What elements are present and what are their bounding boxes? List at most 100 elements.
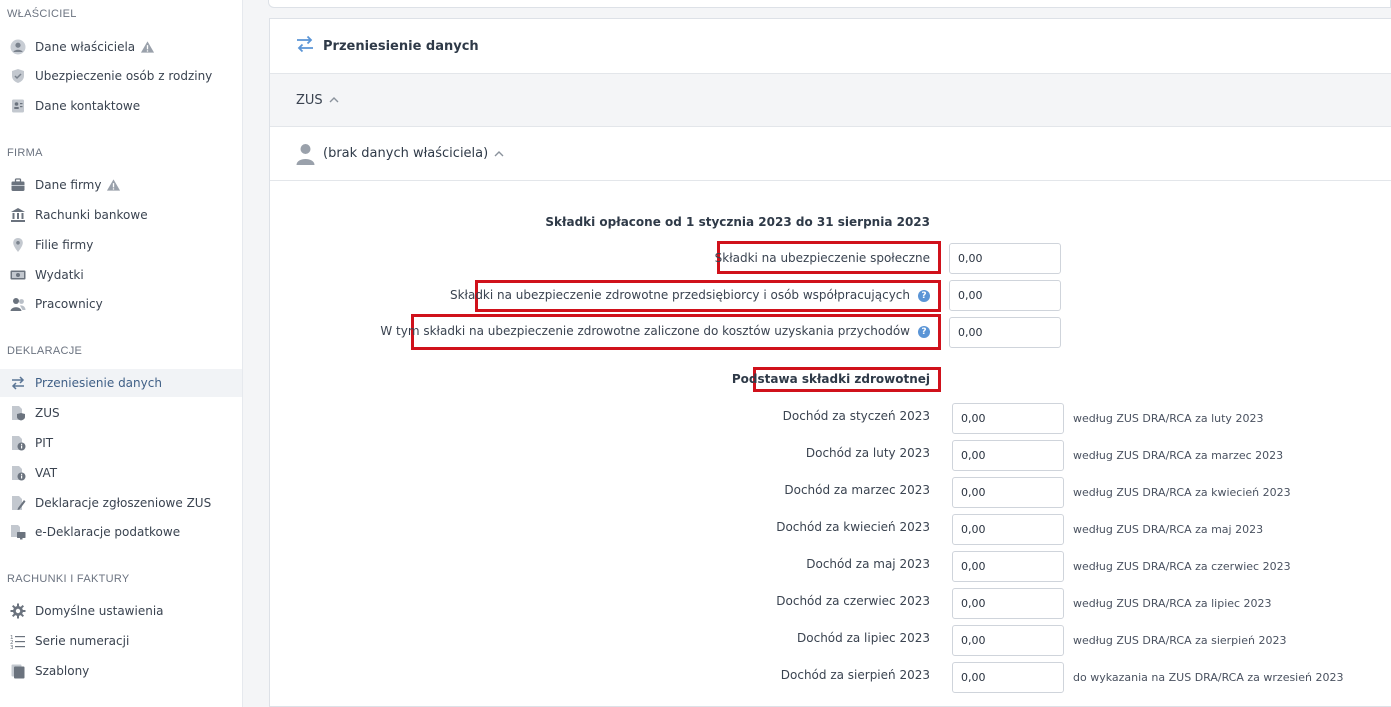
income-input[interactable]: [952, 551, 1064, 582]
sidebar-item-label: Przeniesienie danych: [35, 376, 162, 390]
sidebar-item-label: Filie firmy: [35, 238, 94, 252]
sidebar-item-label: Rachunki bankowe: [35, 208, 148, 222]
card-header: Przeniesienie danych: [270, 19, 1391, 74]
sidebar-item-zus-registration[interactable]: Deklaracje zgłoszeniowe ZUS: [0, 489, 242, 517]
owner-section-toggle[interactable]: (brak danych właściciela): [270, 127, 1391, 181]
sidebar-item-label: Szablony: [35, 664, 90, 678]
map-pin-icon: [9, 237, 26, 254]
warning-icon: [106, 178, 121, 192]
section-title-bills: RACHUNKI I FAKTURY: [7, 573, 130, 585]
gear-icon: [9, 603, 26, 620]
income-label: Dochód za czerwiec 2023: [776, 594, 930, 608]
income-note: według ZUS DRA/RCA za luty 2023: [1073, 412, 1264, 425]
income-label: Dochód za luty 2023: [805, 446, 930, 460]
income-label: Dochód za styczeń 2023: [782, 409, 930, 423]
sidebar: WŁAŚCICIEL Dane właściciela Ubezpieczeni…: [0, 0, 243, 707]
sidebar-item-label: Deklaracje zgłoszeniowe ZUS: [35, 496, 212, 510]
income-label: Dochód za marzec 2023: [784, 483, 930, 497]
income-input[interactable]: [952, 588, 1064, 619]
sidebar-item-default-settings[interactable]: Domyślne ustawienia: [0, 597, 242, 625]
income-input[interactable]: [952, 477, 1064, 508]
sidebar-item-label: VAT: [35, 466, 58, 480]
sidebar-item-data-transfer[interactable]: Przeniesienie danych: [0, 369, 242, 397]
doc-edit-icon: [9, 495, 26, 512]
income-note: według ZUS DRA/RCA za marzec 2023: [1073, 449, 1284, 462]
sidebar-item-vat[interactable]: VAT: [0, 459, 242, 487]
briefcase-icon: [9, 177, 26, 194]
income-note: według ZUS DRA/RCA za kwiecień 2023: [1073, 486, 1291, 499]
social-contributions-input[interactable]: [949, 243, 1061, 274]
sidebar-item-label: Pracownicy: [35, 297, 103, 311]
sidebar-item-label: PIT: [35, 436, 54, 450]
help-icon[interactable]: ?: [918, 325, 930, 338]
income-input[interactable]: [952, 403, 1064, 434]
sidebar-item-company-data[interactable]: Dane firmy: [0, 171, 242, 199]
zus-section-toggle[interactable]: ZUS: [270, 74, 1391, 127]
person-icon: [296, 143, 315, 165]
sidebar-item-family-insurance[interactable]: Ubezpieczenie osób z rodziny: [0, 62, 242, 90]
previous-card-edge: [268, 0, 1391, 8]
owner-section-label: (brak danych właściciela): [323, 146, 489, 161]
contact-card-icon: [9, 98, 26, 115]
section-title-owner: WŁAŚCICIEL: [7, 8, 77, 20]
income-note: według ZUS DRA/RCA za maj 2023: [1073, 523, 1264, 536]
users-icon: [9, 296, 26, 313]
income-input[interactable]: [952, 440, 1064, 471]
income-label: Dochód za sierpień 2023: [780, 668, 930, 682]
sidebar-item-expenses[interactable]: Wydatki: [0, 261, 242, 289]
transfer-arrows-icon: [9, 375, 26, 392]
income-input[interactable]: [952, 625, 1064, 656]
health-costs-input[interactable]: [949, 317, 1061, 348]
sidebar-item-branches[interactable]: Filie firmy: [0, 231, 242, 259]
chevron-up-icon: [329, 96, 339, 104]
section-title-declarations: DEKLARACJE: [7, 345, 83, 357]
field-label-health: Składki na ubezpieczenie zdrowotne przed…: [450, 288, 930, 302]
income-note: do wykazania na ZUS DRA/RCA za wrzesień …: [1073, 671, 1344, 684]
sidebar-item-label: Wydatki: [35, 268, 84, 282]
sidebar-item-label: Ubezpieczenie osób z rodziny: [35, 69, 213, 83]
svg-text:3: 3: [10, 645, 14, 649]
warning-icon: [140, 40, 155, 54]
card-title: Przeniesienie danych: [323, 38, 479, 54]
sidebar-item-pit[interactable]: PIT: [0, 429, 242, 457]
income-input[interactable]: [952, 662, 1064, 693]
income-note: według ZUS DRA/RCA za czerwiec 2023: [1073, 560, 1291, 573]
sidebar-item-e-declarations[interactable]: e-Deklaracje podatkowe: [0, 518, 242, 546]
income-input[interactable]: [952, 514, 1064, 545]
income-note: według ZUS DRA/RCA za sierpień 2023: [1073, 634, 1287, 647]
income-note: według ZUS DRA/RCA za lipiec 2023: [1073, 597, 1272, 610]
sidebar-item-label: e-Deklaracje podatkowe: [35, 525, 181, 539]
sidebar-item-owner-data[interactable]: Dane właściciela: [0, 33, 242, 61]
doc-info-icon: [9, 435, 26, 452]
shield-icon: [9, 68, 26, 85]
sidebar-item-employees[interactable]: Pracownicy: [0, 290, 242, 318]
field-label-social: Składki na ubezpieczenie społeczne: [714, 251, 930, 265]
doc-monitor-icon: [9, 524, 26, 541]
sidebar-item-numbering-series[interactable]: 123 Serie numeracji: [0, 627, 242, 655]
sidebar-item-contact-data[interactable]: Dane kontaktowe: [0, 92, 242, 120]
zus-section-label: ZUS: [296, 92, 323, 108]
help-icon[interactable]: ?: [918, 289, 930, 302]
sidebar-item-label: ZUS: [35, 406, 60, 420]
templates-icon: [9, 663, 26, 680]
income-label: Dochód za kwiecień 2023: [776, 520, 930, 534]
doc-shield-icon: [9, 405, 26, 422]
paid-contributions-header: Składki opłacone od 1 stycznia 2023 do 3…: [545, 215, 930, 229]
sidebar-item-label: Dane właściciela: [35, 40, 136, 54]
health-contributions-input[interactable]: [949, 280, 1061, 311]
numbered-list-icon: 123: [9, 633, 26, 650]
sidebar-item-templates[interactable]: Szablony: [0, 657, 242, 685]
bank-icon: [9, 207, 26, 224]
income-label: Dochód za lipiec 2023: [797, 631, 930, 645]
sidebar-item-label: Serie numeracji: [35, 634, 130, 648]
chevron-up-icon: [494, 150, 504, 158]
sidebar-item-bank-accounts[interactable]: Rachunki bankowe: [0, 201, 242, 229]
health-base-header: Podstawa składki zdrowotnej: [731, 372, 930, 386]
sidebar-item-label: Dane kontaktowe: [35, 99, 141, 113]
sidebar-item-label: Domyślne ustawienia: [35, 604, 164, 618]
income-label: Dochód za maj 2023: [806, 557, 930, 571]
field-label-health-costs: W tym składki na ubezpieczenie zdrowotne…: [380, 324, 930, 338]
sidebar-item-zus[interactable]: ZUS: [0, 399, 242, 427]
user-circle-icon: [9, 39, 26, 56]
transfer-arrows-icon: [295, 34, 315, 58]
